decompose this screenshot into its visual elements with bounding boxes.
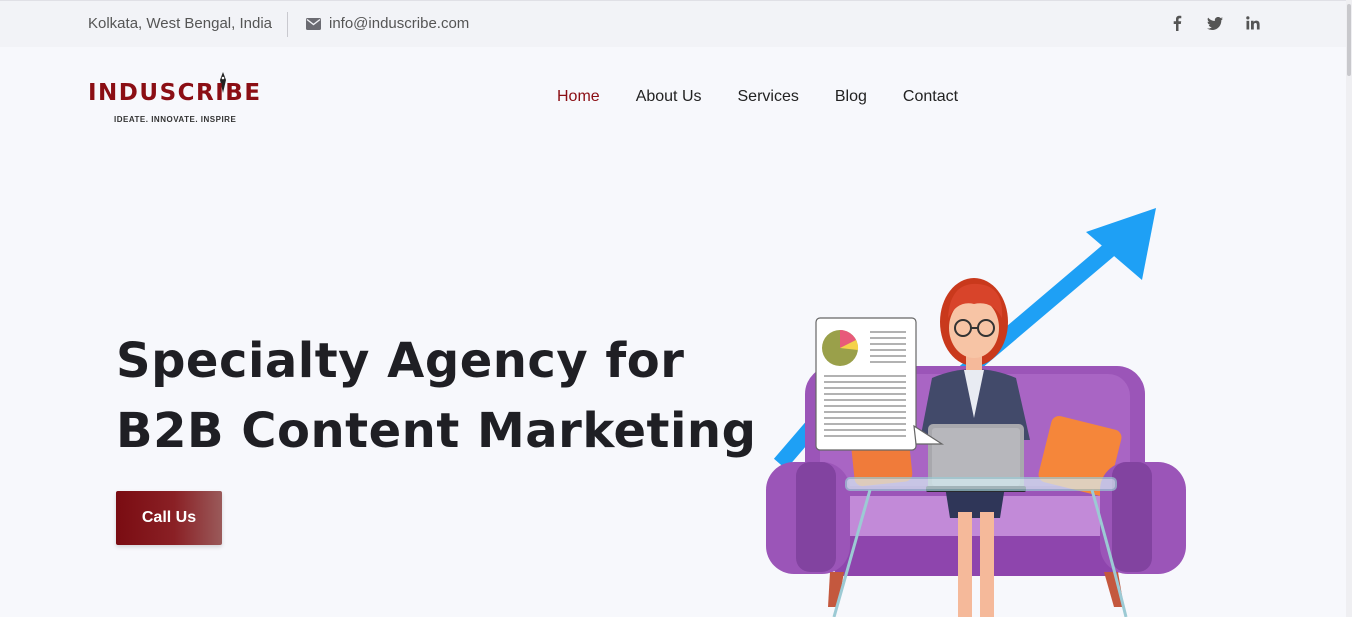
twitter-icon[interactable] (1206, 14, 1224, 32)
site-logo[interactable]: INDUSCRIBE IDEATE. INNOVATE. INSPIRE (88, 72, 268, 128)
logo-tagline: IDEATE. INNOVATE. INSPIRE (114, 115, 237, 124)
hero-title-line2: B2B Content Marketing (116, 403, 757, 459)
scrollbar[interactable] (1346, 0, 1352, 617)
nav-services[interactable]: Services (738, 88, 799, 106)
hero-title: Specialty Agency for B2B Content Marketi… (116, 326, 756, 466)
logo-wordmark: INDUSCRIBE (88, 80, 262, 106)
main-nav: Home About Us Services Blog Contact (557, 88, 994, 106)
email-link[interactable]: info@induscribe.com (306, 15, 469, 32)
hero-title-line1: Specialty Agency for (116, 333, 685, 389)
top-bar: Kolkata, West Bengal, India info@induscr… (0, 0, 1346, 47)
hero-illustration (766, 208, 1186, 617)
scrollbar-thumb[interactable] (1347, 4, 1351, 76)
envelope-icon (306, 17, 321, 30)
linkedin-icon[interactable] (1244, 14, 1262, 32)
topbar-divider (287, 12, 288, 37)
location-text: Kolkata, West Bengal, India (88, 15, 272, 32)
nav-home[interactable]: Home (557, 88, 600, 106)
facebook-icon[interactable] (1168, 14, 1186, 32)
call-us-button[interactable]: Call Us (116, 491, 222, 545)
nav-blog[interactable]: Blog (835, 88, 867, 106)
social-links (1168, 14, 1262, 32)
nav-about-us[interactable]: About Us (636, 88, 702, 106)
nav-contact[interactable]: Contact (903, 88, 958, 106)
email-text: info@induscribe.com (329, 15, 470, 32)
